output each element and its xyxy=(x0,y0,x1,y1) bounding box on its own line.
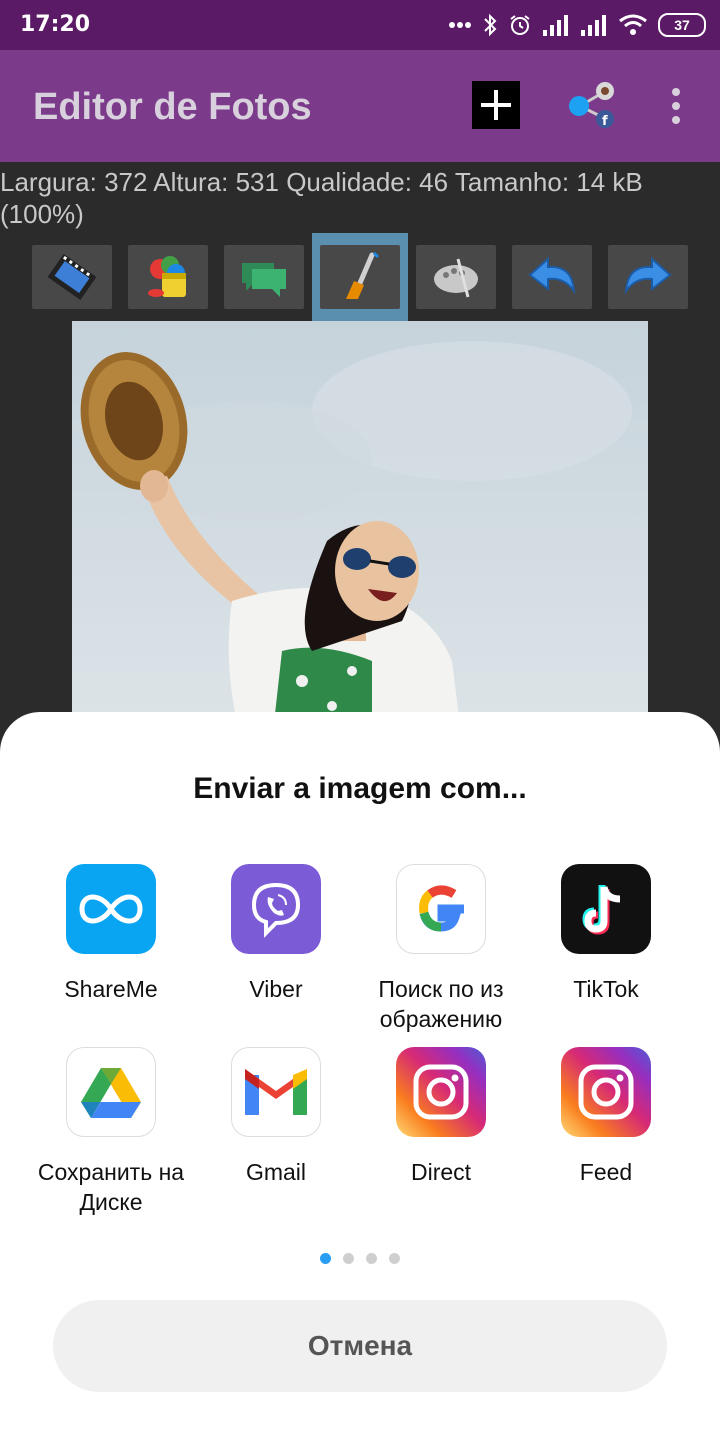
page-dot[interactable] xyxy=(366,1253,377,1264)
cancel-button[interactable]: Отмена xyxy=(53,1300,667,1392)
add-button[interactable] xyxy=(472,81,520,129)
redo-arrow-icon xyxy=(624,256,672,295)
app-bar: Editor de Fotos f xyxy=(0,50,720,162)
share-target-google-lens[interactable]: Поиск по из ображению xyxy=(356,864,526,1034)
instagram-icon xyxy=(561,1047,651,1137)
share-target-instagram-direct[interactable]: Direct xyxy=(356,1047,526,1187)
film-strip-icon xyxy=(47,254,97,300)
edit-toolbar xyxy=(32,233,692,321)
undo-arrow-icon xyxy=(528,256,576,295)
share-target-gmail[interactable]: Gmail xyxy=(191,1047,361,1187)
tool-text[interactable] xyxy=(224,245,304,309)
speech-bubble-icon xyxy=(242,263,286,297)
viber-icon xyxy=(231,864,321,954)
tool-effects[interactable] xyxy=(32,245,112,309)
alarm-icon xyxy=(510,15,530,35)
paint-bucket-icon xyxy=(148,256,186,297)
gmail-icon xyxy=(231,1047,321,1137)
share-target-instagram-feed[interactable]: Feed xyxy=(521,1047,691,1187)
page-dot-active[interactable] xyxy=(320,1253,331,1264)
share-target-label: Direct xyxy=(410,1159,472,1185)
more-notifications-icon xyxy=(449,22,471,28)
image-info: Largura: 372 Altura: 531 Qualidade: 46 T… xyxy=(0,166,720,230)
instagram-icon xyxy=(396,1047,486,1137)
share-sheet: Enviar a imagem com... ShareMe Viber Пои… xyxy=(0,712,720,1440)
page-dot[interactable] xyxy=(343,1253,354,1264)
share-target-label: Viber xyxy=(249,976,303,1002)
share-sheet-title: Enviar a imagem com... xyxy=(193,772,527,805)
share-target-google-drive[interactable]: Сохранить на Диске xyxy=(26,1047,196,1217)
photo-preview[interactable] xyxy=(72,321,648,741)
palette-icon xyxy=(434,258,478,298)
plus-icon xyxy=(481,90,511,120)
tool-undo[interactable] xyxy=(512,245,592,309)
share-target-label: Gmail xyxy=(245,1159,307,1185)
share-target-label: ShareMe xyxy=(64,976,158,1002)
share-target-tiktok[interactable]: TikTok xyxy=(521,864,691,1004)
status-icons: 37 xyxy=(448,10,706,40)
svg-text:f: f xyxy=(602,114,608,129)
paint-brush-icon xyxy=(346,251,380,299)
social-share-icon: f xyxy=(569,82,614,129)
tool-brush[interactable] xyxy=(320,245,400,309)
image-info-line1: Largura: 372 Altura: 531 Qualidade: 46 T… xyxy=(0,167,643,197)
share-target-label: Сохранить на Диске xyxy=(37,1159,185,1215)
menu-dot xyxy=(672,116,680,124)
share-target-shareme[interactable]: ShareMe xyxy=(26,864,196,1004)
tool-color[interactable] xyxy=(128,245,208,309)
menu-dot xyxy=(672,102,680,110)
menu-dot xyxy=(672,88,680,96)
share-target-label: Поиск по из ображению xyxy=(378,976,504,1032)
google-drive-icon xyxy=(66,1047,156,1137)
tool-redo[interactable] xyxy=(608,245,688,309)
shareme-icon xyxy=(66,864,156,954)
woman-with-hat-photo xyxy=(72,321,648,741)
page-dot[interactable] xyxy=(389,1253,400,1264)
share-button[interactable]: f xyxy=(566,80,618,132)
battery-indicator: 37 xyxy=(658,13,706,37)
image-info-line2: (100%) xyxy=(0,199,84,229)
battery-level: 37 xyxy=(674,17,690,33)
google-icon xyxy=(396,864,486,954)
bluetooth-icon xyxy=(484,13,497,37)
tiktok-icon xyxy=(561,864,651,954)
share-target-viber[interactable]: Viber xyxy=(191,864,361,1004)
signal-icon xyxy=(581,15,606,36)
share-target-label: TikTok xyxy=(573,976,639,1002)
share-target-label: Feed xyxy=(579,1159,633,1185)
signal-icon xyxy=(543,15,568,36)
page-indicator xyxy=(0,1253,720,1264)
tool-palette[interactable] xyxy=(416,245,496,309)
app-title: Editor de Fotos xyxy=(33,86,312,128)
overflow-menu-button[interactable] xyxy=(662,84,690,128)
status-time: 17:20 xyxy=(20,12,91,37)
status-bar: 17:20 37 xyxy=(0,0,720,50)
wifi-icon xyxy=(619,14,647,35)
